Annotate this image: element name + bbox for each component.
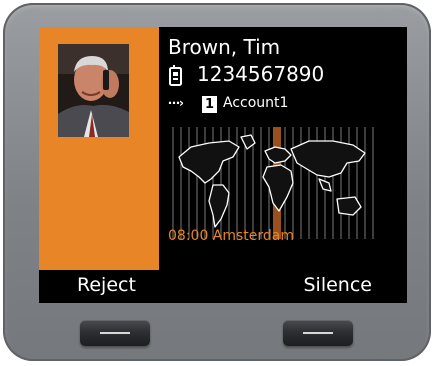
caller-photo: [58, 44, 129, 137]
world-clock-time: 08:00 Amsterdam: [168, 228, 295, 244]
display-screen: Brown, Tim 1234567890 ⋯› 1 Account1 08:0…: [39, 27, 407, 303]
left-softkey-button[interactable]: [80, 320, 150, 346]
caller-name: Brown, Tim: [168, 35, 281, 59]
caller-photo-panel: [39, 27, 159, 270]
mobile-phone-icon: [168, 65, 184, 87]
silence-softkey[interactable]: Silence: [304, 274, 373, 296]
world-map: [169, 127, 379, 239]
reject-softkey[interactable]: Reject: [77, 274, 136, 296]
account-name: Account1: [223, 95, 289, 111]
right-softkey-button[interactable]: [283, 320, 353, 346]
account-badge: 1: [202, 96, 217, 113]
caller-number: 1234567890: [197, 62, 325, 86]
incoming-arrow-icon: ⋯›: [168, 96, 184, 110]
button-bar-icon: [100, 332, 130, 334]
softkey-bar: Reject Silence: [39, 270, 407, 303]
button-bar-icon: [303, 332, 333, 334]
